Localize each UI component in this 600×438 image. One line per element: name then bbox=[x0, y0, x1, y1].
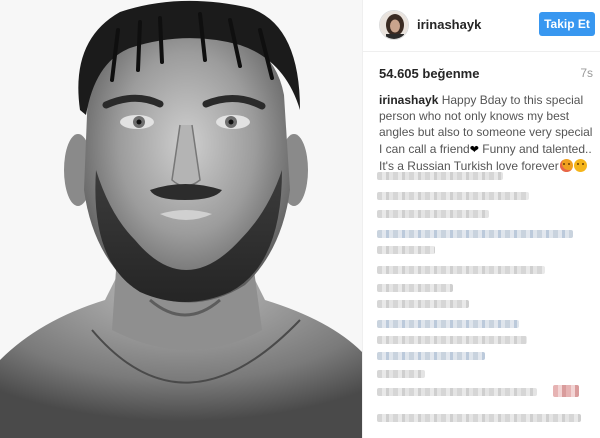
comment-row bbox=[377, 336, 527, 344]
comment-row bbox=[377, 284, 453, 292]
comment-row bbox=[377, 300, 469, 308]
username-link[interactable]: irinashayk bbox=[417, 17, 481, 32]
comment-row bbox=[377, 320, 519, 328]
likes-count[interactable]: 54.605 beğenme bbox=[379, 66, 479, 81]
portrait-image bbox=[0, 0, 362, 438]
post-header: irinashayk Takip Et bbox=[363, 0, 600, 52]
comment-row bbox=[377, 266, 545, 274]
caption-username[interactable]: irinashayk bbox=[379, 93, 438, 107]
heart-emoji: ❤ bbox=[469, 143, 479, 156]
comment-row bbox=[377, 246, 435, 254]
avatar-icon bbox=[380, 11, 408, 39]
avatar[interactable] bbox=[379, 10, 409, 40]
comment-row bbox=[377, 352, 485, 360]
likes-row: 54.605 beğenme 7s bbox=[379, 66, 593, 82]
comment-row bbox=[377, 230, 573, 238]
comment-row bbox=[377, 414, 581, 422]
post-photo[interactable] bbox=[0, 0, 362, 438]
comment-row bbox=[377, 192, 529, 200]
blushing-emoji-icon bbox=[559, 158, 573, 172]
comment-row bbox=[377, 388, 537, 396]
post-sidebar: irinashayk Takip Et 54.605 beğenme 7s ir… bbox=[362, 0, 600, 438]
comment-row bbox=[377, 210, 489, 218]
post-caption: irinashayk Happy Bday to this special pe… bbox=[379, 92, 595, 174]
follow-button[interactable]: Takip Et bbox=[539, 12, 595, 36]
comment-row bbox=[377, 370, 425, 378]
comment-row bbox=[377, 172, 503, 180]
post-timestamp[interactable]: 7s bbox=[580, 66, 593, 80]
smiling-emoji-icon bbox=[573, 158, 587, 172]
comment-emoji-blur bbox=[553, 385, 579, 397]
